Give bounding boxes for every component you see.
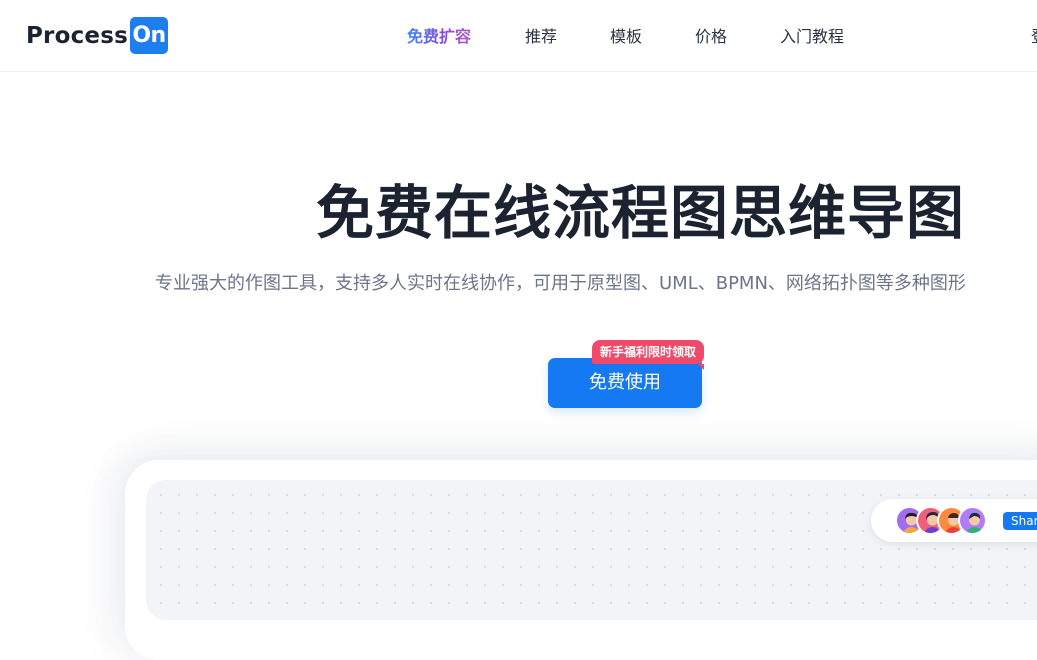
share-button[interactable]: Share — [1003, 512, 1037, 530]
nav-item-pricing[interactable]: 价格 — [695, 24, 727, 50]
nav-item-tutorial[interactable]: 入门教程 — [780, 24, 844, 50]
free-use-button[interactable]: 免费使用 — [548, 358, 702, 408]
nav-item-templates[interactable]: 模板 — [610, 24, 642, 50]
logo-text: Process — [26, 22, 129, 49]
nav-item-recommend[interactable]: 推荐 — [525, 24, 557, 50]
top-header: Process On 免费扩容 推荐 模板 价格 入门教程 登 — [0, 0, 1037, 72]
cta-group: 免费使用 新手福利限时领取 — [548, 340, 708, 410]
nav-item-free-expansion[interactable]: 免费扩容 — [407, 24, 471, 50]
new-user-promo-badge: 新手福利限时领取 — [592, 340, 705, 370]
collaborator-avatar-icon — [958, 506, 987, 535]
login-link[interactable]: 登 — [1031, 24, 1037, 50]
processon-logo[interactable]: Process On — [26, 17, 169, 54]
hero-subtitle: 专业强大的作图工具，支持多人实时在线协作，可用于原型图、UML、BPMN、网络拓… — [155, 273, 966, 294]
logo-on-badge: On — [130, 17, 169, 54]
hero-title: 免费在线流程图思维导图 — [316, 179, 966, 247]
